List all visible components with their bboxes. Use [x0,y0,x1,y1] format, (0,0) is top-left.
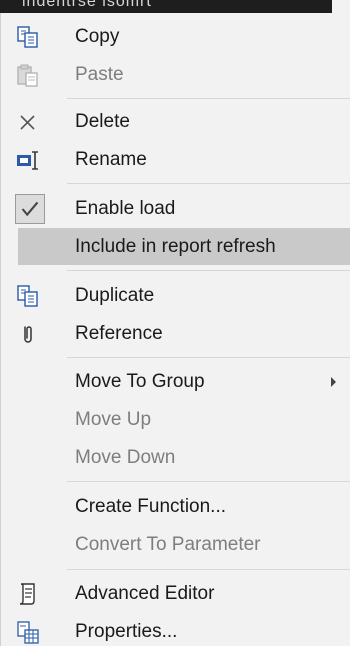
duplicate-icon [17,285,38,307]
menu-item-label: Move Up [75,409,152,430]
copy-icon [17,26,38,48]
menu-separator [67,183,350,184]
menu-item-label: Include in report refresh [75,235,276,257]
menu-separator [67,270,350,271]
menu-item-enable-load[interactable]: Enable load [1,190,350,228]
paste-icon [17,64,38,87]
menu-separator [67,357,350,358]
menu-item-properties[interactable]: Properties... [1,613,350,651]
menu-item-label: Rename [75,149,147,170]
menu-item-reference[interactable]: Reference [1,315,350,353]
menu-separator [67,98,350,99]
background-title-bar: indentrse isomrt [0,0,332,13]
checkmark-icon [21,201,39,217]
menu-item-label: Paste [75,64,124,85]
menu-item-rename[interactable]: Rename [1,141,350,179]
menu-item-copy[interactable]: Copy [1,18,350,56]
menu-item-move-to-group[interactable]: Move To Group [1,363,350,401]
menu-item-duplicate[interactable]: Duplicate [1,277,350,315]
properties-icon [17,621,39,644]
menu-item-convert-to-parameter[interactable]: Convert To Parameter [1,526,350,564]
enable-load-checkbox[interactable] [15,194,45,224]
menu-item-delete[interactable]: Delete [1,103,350,141]
menu-item-paste[interactable]: Paste [1,56,350,94]
submenu-arrow-icon [331,377,336,387]
delete-icon [20,115,35,130]
menu-item-move-up[interactable]: Move Up [1,401,350,439]
menu-item-label: Convert To Parameter [75,534,261,555]
menu-item-label: Delete [75,111,130,132]
menu-item-label: Copy [75,26,120,47]
menu-separator [67,481,350,482]
menu-item-label: Properties... [75,621,178,642]
menu-item-label: Advanced Editor [75,583,215,604]
menu-item-label: Reference [75,323,163,344]
context-menu: Copy Paste Delete Rename Enable load Inc… [0,13,350,646]
menu-item-include-in-report-refresh[interactable]: Include in report refresh [18,228,350,265]
menu-item-advanced-editor[interactable]: Advanced Editor [1,575,350,613]
menu-separator [67,569,350,570]
menu-item-label: Enable load [75,198,176,219]
rename-icon [17,151,38,170]
background-title-text: indentrse isomrt [22,0,152,10]
advanced-editor-icon [19,583,35,605]
menu-item-label: Move Down [75,447,176,468]
paperclip-icon [24,326,32,343]
menu-item-label: Create Function... [75,496,227,517]
menu-item-label: Duplicate [75,285,155,306]
menu-item-create-function[interactable]: Create Function... [1,488,350,526]
menu-item-move-down[interactable]: Move Down [1,439,350,477]
menu-item-label: Move To Group [75,371,205,392]
